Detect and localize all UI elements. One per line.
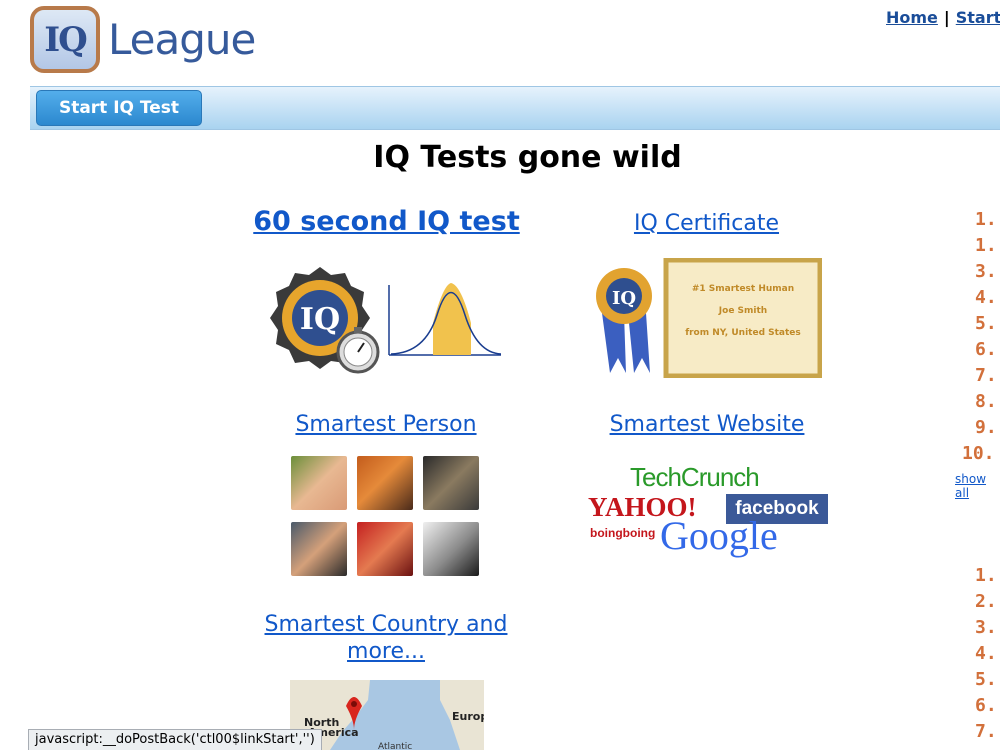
person-photo[interactable] — [423, 522, 479, 576]
certificate-line-1: #1 Smartest Human — [691, 284, 795, 294]
iq-logo-icon: IQ — [30, 6, 100, 73]
rank-number: 1. — [975, 565, 997, 586]
rank-number: 3. — [975, 261, 997, 282]
rank-number: 6. — [975, 339, 997, 360]
rank-number: 4. — [975, 643, 997, 664]
nav-bar: Start IQ Test — [30, 86, 1000, 130]
iq-certificate-link[interactable]: IQ Certificate — [620, 211, 793, 236]
boingboing-logo: boingboing — [590, 526, 656, 540]
svg-text:IQ: IQ — [300, 302, 340, 337]
map-label-atlantic: Atlantic — [378, 742, 413, 750]
rank-number: 1. — [975, 235, 997, 256]
certificate-image[interactable]: IQ #1 Smartest Human Joe Smith from NY, … — [594, 258, 822, 378]
top-nav: Home | Start — [886, 8, 1000, 27]
iq-test-image[interactable]: IQ — [265, 265, 505, 375]
rank-number: 7. — [975, 365, 997, 386]
site-logo[interactable]: IQ League — [30, 6, 256, 73]
start-iq-test-button[interactable]: Start IQ Test — [36, 90, 202, 126]
smartest-website-link[interactable]: Smartest Website — [598, 412, 816, 437]
person-photo[interactable] — [423, 456, 479, 510]
smartest-country-label-2: more... — [347, 639, 425, 664]
page-title: IQ Tests gone wild — [373, 140, 682, 175]
rank-number: 7. — [975, 721, 997, 742]
smartest-person-link[interactable]: Smartest Person — [285, 412, 487, 437]
rank-number: 10. — [962, 443, 995, 464]
start-link[interactable]: Start — [956, 8, 1000, 27]
rank-number: 4. — [975, 287, 997, 308]
iq-badge-stopwatch-icon: IQ — [270, 267, 502, 374]
person-photo[interactable] — [291, 522, 347, 576]
smartest-country-link[interactable]: Smartest Country and more... — [250, 611, 522, 665]
person-photo[interactable] — [357, 456, 413, 510]
iq-test-link[interactable]: 60 second IQ test — [230, 206, 543, 237]
rank-number: 1. — [975, 209, 997, 230]
browser-status-bar: javascript:__doPostBack('ctl00$linkStart… — [28, 729, 322, 750]
website-logos-image[interactable]: TechCrunch YAHOO! facebook boingboing Go… — [586, 462, 832, 566]
rank-number: 2. — [975, 591, 997, 612]
logo-wordmark: League — [108, 15, 256, 64]
show-all-link[interactable]: show all — [955, 472, 1000, 500]
rank-number: 3. — [975, 617, 997, 638]
rank-number: 5. — [975, 669, 997, 690]
rank-number: 5. — [975, 313, 997, 334]
person-photo[interactable] — [291, 456, 347, 510]
smartest-country-label-1: Smartest Country and — [264, 612, 508, 637]
techcrunch-logo: TechCrunch — [630, 462, 760, 492]
home-link[interactable]: Home — [886, 8, 938, 27]
rank-number: 9. — [975, 417, 997, 438]
certificate-line-2: Joe Smith — [718, 306, 768, 316]
person-photo[interactable] — [357, 522, 413, 576]
rank-number: 8. — [975, 391, 997, 412]
certificate-line-3: from NY, United States — [685, 328, 801, 338]
map-label-europe: Europ — [452, 710, 484, 723]
svg-text:IQ: IQ — [612, 288, 636, 309]
google-logo: Google — [660, 513, 778, 558]
rank-number: 6. — [975, 695, 997, 716]
nav-separator: | — [943, 8, 950, 27]
